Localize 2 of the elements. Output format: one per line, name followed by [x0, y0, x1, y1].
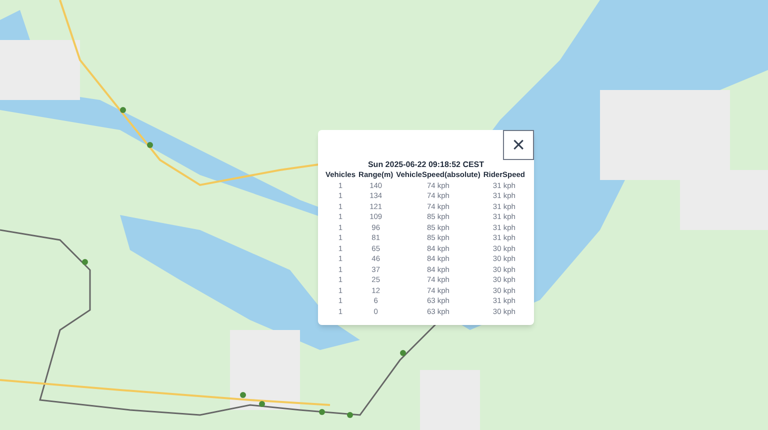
popup-title: Sun 2025-06-22 09:18:52 CEST — [366, 159, 486, 171]
close-button[interactable]: × — [503, 130, 534, 160]
